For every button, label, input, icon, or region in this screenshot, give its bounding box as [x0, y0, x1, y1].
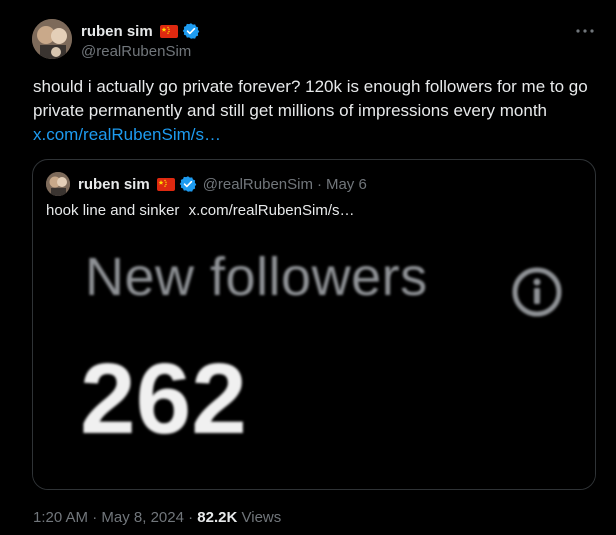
tweet-date[interactable]: May 8, 2024	[101, 509, 184, 526]
avatar[interactable]	[32, 19, 72, 59]
verified-badge-icon	[179, 175, 197, 193]
separator-dot: ·	[92, 509, 98, 526]
tweet-text: should i actually go private forever? 12…	[33, 75, 608, 147]
tweet: ruben sim @realRubenSim should i actuall…	[0, 0, 616, 535]
views-count: 82.2K	[197, 509, 238, 526]
quoted-display-name: ruben sim	[78, 175, 150, 193]
quoted-tweet[interactable]: ruben sim @realRubenSim · May 6 hook lin…	[32, 159, 596, 490]
quoted-link[interactable]: x.com/realRubenSim/s…	[189, 202, 355, 219]
author-handle[interactable]: @realRubenSim	[81, 43, 200, 60]
author-block: ruben sim @realRubenSim	[81, 21, 200, 60]
quoted-date: May 6	[325, 175, 367, 193]
media-heading: New followers	[85, 247, 428, 307]
quoted-media-image[interactable]: New followers 262	[33, 230, 595, 489]
verified-badge-icon	[182, 22, 200, 40]
info-icon	[512, 267, 562, 317]
separator-dot: ·	[316, 175, 322, 193]
views-label: Views	[241, 509, 282, 526]
china-flag-icon	[159, 24, 178, 38]
tweet-time[interactable]: 1:20 AM	[33, 509, 88, 526]
quoted-tweet-header: ruben sim @realRubenSim · May 6	[46, 172, 367, 196]
media-number: 262	[80, 343, 247, 455]
tweet-link[interactable]: x.com/realRubenSim/s…	[33, 123, 608, 147]
more-horizontal-icon	[576, 29, 594, 33]
display-name[interactable]: ruben sim	[81, 23, 153, 40]
quoted-body: hook line and sinker	[46, 202, 180, 219]
quoted-handle: @realRubenSim	[202, 175, 313, 193]
quoted-avatar	[46, 172, 70, 196]
separator-dot: ·	[188, 509, 194, 526]
tweet-meta: 1:20 AM · May 8, 2024 · 82.2K Views	[33, 509, 281, 526]
more-options-button[interactable]	[574, 22, 596, 40]
quoted-text: hook line and sinker x.com/realRubenSim/…	[46, 202, 354, 219]
china-flag-icon	[156, 177, 175, 191]
tweet-body: should i actually go private forever? 12…	[33, 77, 588, 120]
